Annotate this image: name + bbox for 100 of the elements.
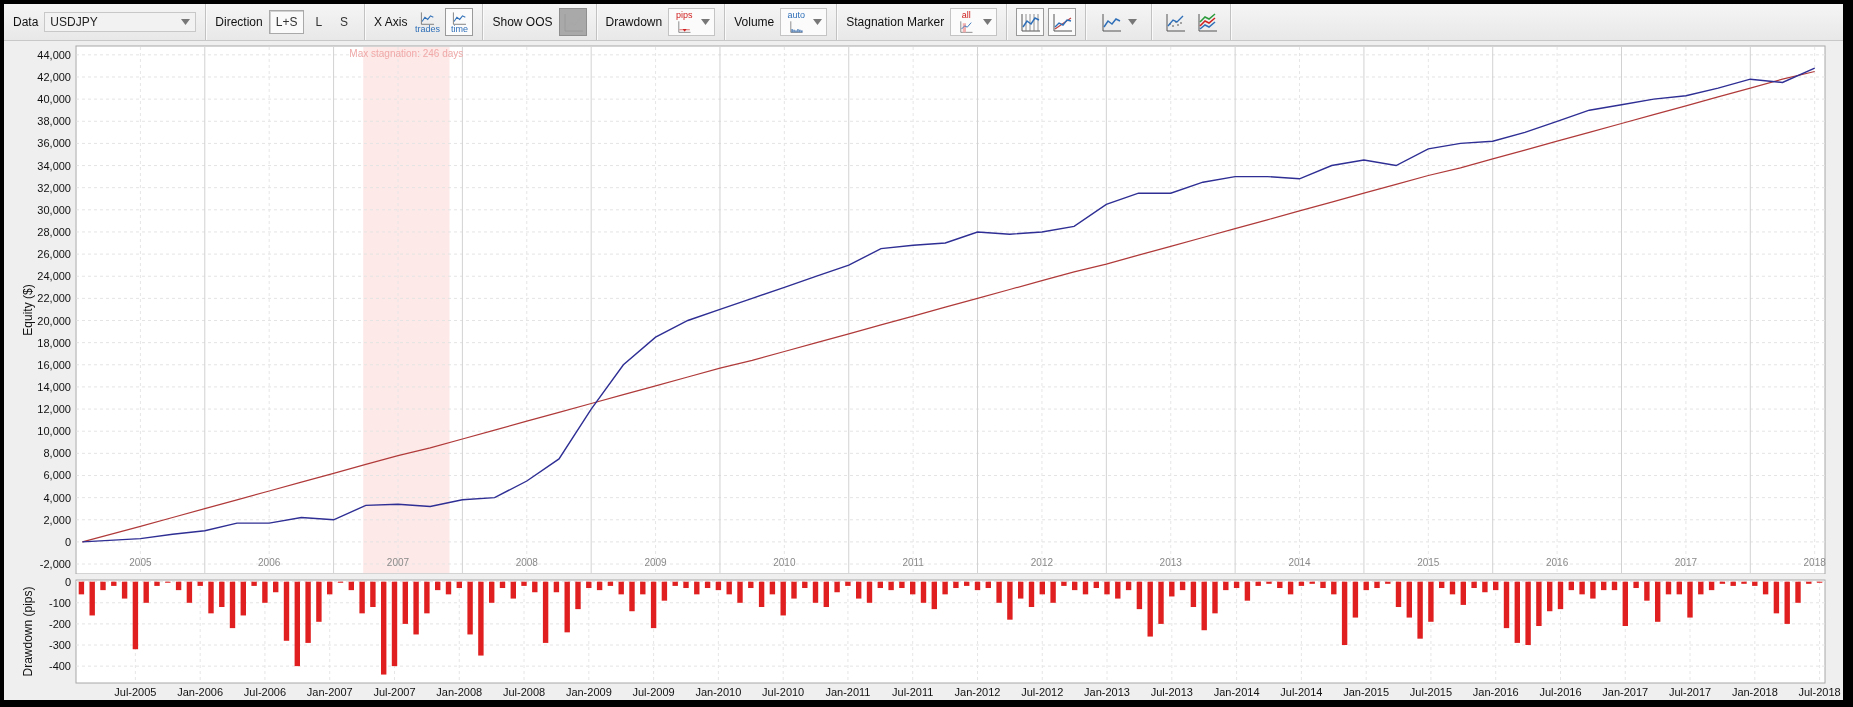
tick-label: 40,000 bbox=[37, 93, 71, 106]
drawdown-bar bbox=[964, 581, 970, 586]
drawdown-bar bbox=[1428, 581, 1434, 622]
drawdown-bar bbox=[100, 581, 106, 591]
year-label: 2014 bbox=[1288, 557, 1311, 568]
drawdown-bar bbox=[456, 581, 462, 588]
drawdown-bar bbox=[1352, 581, 1359, 618]
drawdown-bar bbox=[1417, 581, 1423, 639]
chart-option-button[interactable]: time bbox=[445, 8, 474, 36]
drawdown-bar bbox=[521, 581, 527, 586]
drawdown-bar bbox=[1158, 581, 1164, 624]
chart-option-button[interactable]: trades bbox=[413, 8, 442, 36]
tick-label: 2,000 bbox=[43, 513, 71, 526]
tick-label: Jul-2012 bbox=[1021, 686, 1064, 698]
symbol-dropdown[interactable]: USDJPY bbox=[44, 12, 197, 32]
direction-toggle[interactable]: L+S bbox=[268, 10, 305, 34]
drawdown-bar bbox=[586, 581, 592, 588]
tick-label: 30,000 bbox=[37, 203, 71, 216]
drawdown-bar bbox=[402, 581, 408, 624]
drawdown-bar bbox=[618, 581, 624, 595]
drawdown-bar bbox=[1806, 581, 1812, 584]
tick-label: 20,000 bbox=[37, 314, 71, 327]
drawdown-bar bbox=[1287, 581, 1294, 595]
year-label: 2018 bbox=[1803, 557, 1826, 568]
drawdown-bar bbox=[1708, 581, 1715, 591]
year-label: 2009 bbox=[644, 557, 667, 568]
axis-title: Equity ($) bbox=[21, 284, 35, 336]
drawdown-bar bbox=[791, 581, 797, 599]
axis-title: Drawdown (pips) bbox=[21, 586, 35, 677]
year-label: 2012 bbox=[1030, 557, 1054, 568]
drawdown-bar bbox=[1493, 581, 1499, 591]
chart-option-dropdown[interactable]: auto bbox=[780, 8, 828, 36]
tick-label: Jul-2018 bbox=[1798, 686, 1841, 698]
drawdown-bar bbox=[489, 581, 495, 603]
drawdown-bar bbox=[769, 581, 776, 595]
drawdown-bar bbox=[251, 581, 257, 586]
tick-label: 34,000 bbox=[37, 159, 71, 172]
drawdown-bar bbox=[186, 581, 193, 603]
drawdown-bar bbox=[866, 581, 873, 603]
drawdown-bar bbox=[1439, 581, 1445, 588]
drawdown-bar bbox=[132, 581, 139, 650]
chart-option-dropdown[interactable]: pips bbox=[668, 8, 716, 36]
drawdown-bar bbox=[467, 581, 473, 635]
drawdown-bar bbox=[1633, 581, 1639, 588]
drawdown-bar bbox=[154, 581, 160, 586]
chart-option-button[interactable] bbox=[1016, 8, 1045, 36]
drawdown-bar bbox=[1223, 581, 1229, 591]
tick-label: 44,000 bbox=[37, 48, 71, 61]
drawdown-bar bbox=[985, 581, 991, 588]
year-label: 2011 bbox=[902, 557, 924, 568]
drawdown-bar bbox=[1363, 581, 1369, 591]
stagnation-label: Max stagnation: 246 days bbox=[349, 48, 464, 59]
drawdown-bar bbox=[1514, 581, 1520, 643]
grid-chart-icon bbox=[1019, 12, 1042, 32]
chart-option-dropdown[interactable]: all bbox=[950, 8, 998, 36]
drawdown-bar bbox=[748, 581, 754, 588]
drawdown-bar bbox=[240, 581, 246, 616]
drawdown-bar bbox=[1568, 581, 1574, 591]
drawdown-bar bbox=[316, 581, 322, 622]
drawdown-bar bbox=[1298, 581, 1305, 586]
tick-label: Jan-2015 bbox=[1343, 686, 1390, 698]
drawdown-bar bbox=[1007, 581, 1013, 620]
toolbar-label: Volume bbox=[734, 15, 775, 29]
tick-label: 6,000 bbox=[43, 469, 71, 482]
drawdown-bar bbox=[910, 581, 916, 595]
drawdown-bar bbox=[650, 581, 657, 629]
tick-label: Jan-2008 bbox=[436, 686, 483, 698]
drawdown-bar bbox=[1277, 581, 1283, 588]
toolbar-label: Drawdown bbox=[605, 15, 663, 29]
caret-icon bbox=[813, 19, 823, 25]
drawdown-bar bbox=[640, 581, 646, 595]
tick-label: 0 bbox=[64, 535, 71, 548]
drawdown-bar bbox=[1190, 581, 1197, 607]
year-label: 2010 bbox=[773, 557, 796, 568]
tick-label: -2,000 bbox=[39, 558, 71, 571]
drawdown-bar bbox=[283, 581, 290, 641]
drawdown-bar bbox=[424, 581, 430, 614]
drawdown-bar bbox=[1687, 581, 1693, 618]
chart-option-button[interactable] bbox=[1048, 8, 1077, 36]
year-label: 2005 bbox=[129, 557, 152, 568]
direction-toggle[interactable]: L bbox=[308, 10, 330, 34]
drawdown-bar bbox=[596, 581, 603, 591]
year-label: 2015 bbox=[1417, 557, 1440, 568]
drawdown-bar bbox=[812, 581, 819, 603]
toolbar-label: Stagnation Marker bbox=[846, 15, 945, 29]
caret-icon bbox=[181, 19, 191, 25]
drawdown-bar bbox=[1698, 581, 1704, 595]
toolbar-label: Data bbox=[13, 15, 39, 29]
drawdown-bar bbox=[1622, 581, 1628, 626]
drawdown-bar bbox=[435, 581, 441, 591]
drawdown-bar bbox=[1730, 581, 1736, 586]
drawdown-bar bbox=[1547, 581, 1553, 612]
drawdown-bar bbox=[327, 581, 333, 595]
drawdown-bar bbox=[1266, 581, 1272, 584]
two-line-chart-icon bbox=[1051, 12, 1074, 32]
drawdown-bar bbox=[1028, 581, 1035, 607]
drawdown-bar bbox=[1644, 581, 1650, 601]
year-label: 2017 bbox=[1674, 557, 1698, 568]
direction-toggle[interactable]: S bbox=[333, 10, 356, 34]
tick-label: Jul-2010 bbox=[762, 686, 805, 698]
